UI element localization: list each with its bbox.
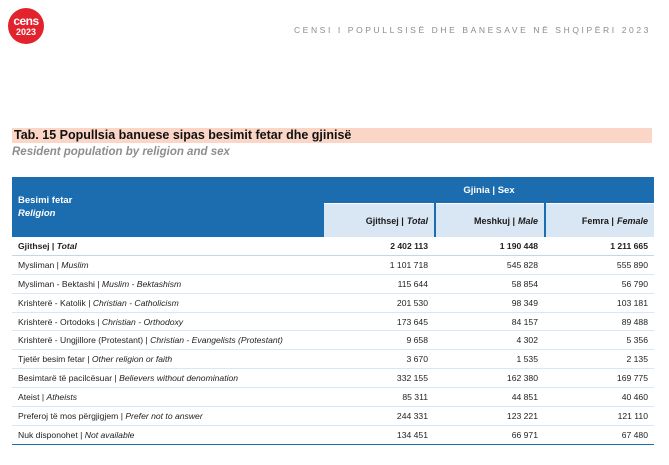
cell-female: 103 181 (616, 297, 648, 308)
cell-male: 98 349 (511, 297, 538, 308)
cell-male: 1 535 (516, 354, 538, 365)
header-female: Femra | Female (546, 203, 654, 237)
row-label: Tjetër besim fetar | Other religion or f… (18, 350, 172, 368)
row-label: Mysliman - Bektashi | Muslim - Bektashis… (18, 275, 181, 293)
cell-female: 56 790 (621, 278, 648, 289)
page-header-text: CENSI I POPULLSISË DHE BANESAVE NË SHQIP… (293, 25, 651, 35)
row-label-sq: Mysliman - Bektashi | (18, 278, 102, 289)
logo-year: 2023 (15, 27, 37, 37)
header-total: Gjithsej | Total (324, 203, 434, 237)
table-title: Tab. 15 Popullsia banuese sipas besimit … (12, 128, 652, 143)
table-row: Mysliman - Bektashi | Muslim - Bektashis… (12, 275, 654, 294)
row-label-en: Atheists (46, 392, 78, 403)
table-row: Besimtarë të pacilcësuar | Believers wit… (12, 369, 654, 389)
row-label-en: Prefer not to answer (125, 411, 203, 422)
table-row: Krishterë - Ortodoks | Christian - Ortho… (12, 313, 654, 332)
cell-female: 169 775 (616, 373, 648, 384)
cell-female: 67 480 (621, 429, 648, 440)
cell-total: 9 658 (406, 335, 428, 346)
row-label-sq: Preferoj të mos përgjigjem | (18, 411, 126, 422)
header-gender-group: Gjinia | Sex (463, 184, 515, 196)
row-label: Gjithsej | Total (18, 237, 77, 255)
row-label-sq: Krishterë - Ortodoks | (18, 316, 102, 327)
row-label: Ateist | Atheists (18, 388, 77, 406)
cell-female: 89 488 (621, 316, 648, 327)
cell-male: 545 828 (506, 259, 538, 270)
cell-total: 244 331 (396, 411, 428, 422)
cell-male: 162 380 (506, 373, 538, 384)
header-male-sq: Meshkuj | (473, 215, 515, 226)
header-male: Meshkuj | Male (436, 203, 544, 237)
header-religion-en: Religion (18, 208, 56, 219)
cell-male: 4 302 (516, 335, 538, 346)
row-label-en: Believers without denomination (119, 373, 239, 384)
cell-female: 1 211 665 (610, 241, 648, 251)
religion-table: Besimi fetar Religion Gjinia | Sex Gjith… (12, 177, 654, 445)
cens-logo: cens 2023 (8, 8, 44, 44)
logo-word: cens (13, 14, 39, 28)
cell-male: 44 851 (511, 392, 538, 403)
row-label: Krishterë - Katolik | Christian - Cathol… (18, 294, 179, 312)
header-religion: Besimi fetar Religion (12, 177, 322, 237)
row-label-sq: Ateist | (18, 392, 47, 403)
row-label: Krishterë - Ungjillore (Protestant) | Ch… (18, 331, 283, 349)
cell-total: 2 402 113 (390, 241, 428, 251)
cell-male: 66 971 (511, 429, 538, 440)
cell-female: 40 460 (621, 392, 648, 403)
header-female-en: Female (616, 215, 648, 226)
cell-male: 123 221 (506, 411, 538, 422)
row-label-sq: Mysliman | (18, 259, 62, 270)
cell-male: 1 190 448 (499, 241, 538, 251)
table-row: Preferoj të mos përgjigjem | Prefer not … (12, 407, 654, 426)
row-label: Besimtarë të pacilcësuar | Believers wit… (18, 369, 238, 387)
row-label-sq: Krishterë - Ungjillore (Protestant) | (18, 335, 151, 346)
table-subtitle: Resident population by religion and sex (12, 146, 230, 158)
table-row-total: Gjithsej | Total 2 402 113 1 190 448 1 2… (12, 237, 654, 256)
row-label-en: Christian - Catholicism (92, 297, 179, 308)
cell-total: 332 155 (396, 373, 428, 384)
row-label: Nuk disponohet | Not available (18, 426, 134, 444)
row-label-sq: Besimtarë të pacilcësuar | (18, 373, 120, 384)
header-female-sq: Femra | (581, 215, 614, 226)
row-label-en: Muslim (61, 259, 89, 270)
cell-total: 173 645 (396, 316, 428, 327)
cell-male: 58 854 (511, 278, 538, 289)
table-row: Krishterë - Katolik | Christian - Cathol… (12, 294, 654, 313)
cell-total: 1 101 718 (389, 259, 428, 270)
cell-male: 84 157 (511, 316, 538, 327)
row-label-sq: Gjithsej | (18, 241, 57, 251)
cell-total: 3 670 (406, 354, 428, 365)
row-label-en: Christian - Evangelists (Protestant) (150, 335, 283, 346)
table-row: Mysliman | Muslim 1 101 718 545 828 555 … (12, 256, 654, 275)
cell-total: 134 451 (396, 429, 428, 440)
header-total-sq: Gjithsej | (365, 215, 404, 226)
table-row: Nuk disponohet | Not available 134 451 6… (12, 426, 654, 445)
row-label: Preferoj të mos përgjigjem | Prefer not … (18, 407, 203, 425)
row-label-sq: Tjetër besim fetar | (18, 354, 92, 365)
row-label-sq: Krishterë - Katolik | (18, 297, 93, 308)
row-label-en: Not available (84, 429, 135, 440)
row-label-en: Muslim - Bektashism (101, 278, 182, 289)
cell-total: 201 530 (396, 297, 428, 308)
cell-total: 115 644 (397, 278, 428, 289)
cell-total: 85 311 (402, 392, 428, 403)
row-label-en: Other religion or faith (91, 354, 173, 365)
row-label-en: Total (56, 241, 77, 251)
cell-female: 5 356 (626, 335, 648, 346)
header-male-en: Male (517, 215, 538, 226)
row-label-en: Christian - Orthodoxy (101, 316, 184, 327)
cell-female: 121 110 (617, 411, 648, 422)
table-header: Besimi fetar Religion Gjinia | Sex Gjith… (12, 177, 654, 237)
row-label: Krishterë - Ortodoks | Christian - Ortho… (18, 313, 183, 331)
row-label-sq: Nuk disponohet | (18, 429, 85, 440)
table-row: Tjetër besim fetar | Other religion or f… (12, 350, 654, 370)
header-religion-sq: Besimi fetar (18, 195, 73, 206)
table-row: Ateist | Atheists 85 311 44 851 40 460 (12, 388, 654, 408)
table-row: Krishterë - Ungjillore (Protestant) | Ch… (12, 331, 654, 351)
cell-female: 2 135 (626, 354, 648, 365)
cell-female: 555 890 (616, 259, 648, 270)
row-label: Mysliman | Muslim (18, 256, 89, 274)
header-total-en: Total (406, 215, 428, 226)
